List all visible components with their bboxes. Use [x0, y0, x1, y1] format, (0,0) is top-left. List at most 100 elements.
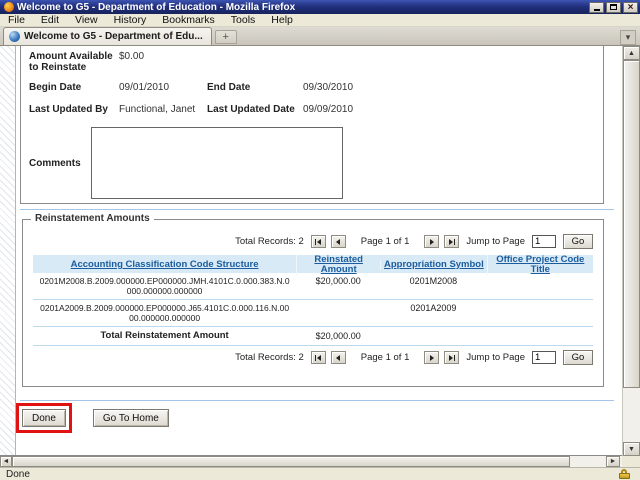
content-panel: Amount Available to Reinstate $0.00 Begi…: [16, 46, 622, 455]
total-reinstatement-value: $20,000.00: [315, 331, 361, 341]
close-button[interactable]: ×: [623, 1, 638, 13]
previous-page-button[interactable]: [330, 351, 346, 364]
total-records-text: Total Records: 2: [235, 236, 304, 247]
comments-textarea[interactable]: [91, 127, 343, 199]
last-updated-by-label: Last Updated By: [29, 104, 108, 115]
menu-edit[interactable]: Edit: [33, 14, 67, 26]
dates-row: Begin Date 09/01/2010 End Date 09/30/201…: [29, 82, 603, 93]
column-header-appropriation-symbol[interactable]: Appropriation Symbol: [380, 260, 486, 270]
next-page-button[interactable]: [424, 235, 440, 248]
end-date-value: 09/30/2010: [303, 82, 354, 93]
page-viewport: Amount Available to Reinstate $0.00 Begi…: [0, 46, 622, 456]
first-page-icon: [315, 354, 317, 361]
first-page-button[interactable]: [310, 235, 326, 248]
menu-help[interactable]: Help: [263, 14, 301, 26]
jump-to-page-input[interactable]: [532, 235, 556, 248]
reinstatement-amounts-fieldset: Reinstatement Amounts Total Records: 2 P…: [22, 213, 604, 387]
reinstatement-table: Accounting Classification Code Structure…: [33, 255, 593, 346]
scroll-right-button[interactable]: ►: [606, 456, 620, 467]
pagination-bar-top: Total Records: 2 Page 1 of 1 Jump to Pag…: [33, 234, 593, 249]
go-button[interactable]: Go: [563, 234, 593, 249]
next-page-icon: [429, 238, 434, 245]
window-controls: ×: [589, 1, 638, 13]
scroll-left-button[interactable]: ◄: [0, 456, 12, 467]
vertical-scrollbar[interactable]: ▲ ▼: [622, 46, 640, 456]
right-arrow-icon: ►: [609, 458, 617, 465]
jump-to-page-label: Jump to Page: [466, 236, 525, 247]
total-reinstatement-label: Total Reinstatement Amount: [100, 330, 229, 341]
comments-label: Comments: [29, 157, 81, 169]
last-page-button[interactable]: [444, 351, 460, 364]
cell-appropriation-symbol: 0201A2009: [410, 303, 457, 313]
done-button[interactable]: Done: [22, 409, 66, 427]
title-bar: Welcome to G5 - Department of Education …: [0, 0, 640, 14]
cell-appropriation-symbol: 0201M2008: [409, 276, 458, 286]
restore-button[interactable]: [606, 1, 621, 13]
close-icon: ×: [627, 1, 634, 13]
horizontal-scrollbar[interactable]: ◄ ►: [0, 456, 622, 467]
table-row: 0201M2008.B.2009.000000.EP000000.JMH.410…: [33, 273, 593, 300]
amount-available-value: $0.00: [119, 51, 145, 62]
minimize-button[interactable]: [589, 1, 604, 13]
menu-file[interactable]: File: [0, 14, 33, 26]
scroll-up-button[interactable]: ▲: [623, 46, 640, 60]
status-text: Done: [6, 468, 30, 480]
go-button[interactable]: Go: [563, 350, 593, 365]
tab-label: Welcome to G5 - Department of Edu...: [24, 31, 203, 42]
cell-reinstated-amount: $20,000.00: [315, 276, 361, 286]
menu-view[interactable]: View: [67, 14, 106, 26]
cell-accs: 0201A2009.B.2009.000000.EP000000.J65.410…: [40, 303, 290, 323]
menu-history[interactable]: History: [106, 14, 155, 26]
last-updated-date-label: Last Updated Date: [207, 104, 295, 115]
cell-reinstated-amount: [296, 300, 380, 306]
last-page-button[interactable]: [444, 235, 460, 248]
left-arrow-icon: ◄: [2, 458, 10, 465]
page-indicator: Page 1 of 1: [360, 352, 410, 363]
window-title: Welcome to G5 - Department of Education …: [17, 1, 296, 13]
scrollbar-corner: [622, 456, 640, 467]
column-header-office-project-code-title[interactable]: Office Project Code Title: [486, 255, 593, 275]
last-updated-by-value: Functional, Janet: [119, 104, 196, 115]
browser-window: Welcome to G5 - Department of Education …: [0, 0, 640, 480]
status-bar: Done: [0, 467, 640, 480]
previous-page-button[interactable]: [330, 235, 346, 248]
tab-bar: Welcome to G5 - Department of Edu... + ▾: [0, 27, 640, 46]
previous-page-icon: [336, 354, 341, 361]
next-page-icon: [429, 354, 434, 361]
new-tab-button[interactable]: +: [214, 30, 237, 44]
table-row: 0201A2009.B.2009.000000.EP000000.J65.410…: [33, 300, 593, 327]
menu-tools[interactable]: Tools: [223, 14, 264, 26]
go-to-home-button[interactable]: Go To Home: [92, 409, 169, 427]
column-header-reinstated-amount[interactable]: Reinstated Amount: [296, 255, 380, 275]
tab-welcome-g5[interactable]: Welcome to G5 - Department of Edu...: [3, 27, 212, 45]
up-arrow-icon: ▲: [628, 49, 635, 57]
action-buttons-row: Done Go To Home: [16, 403, 622, 433]
cell-office-project-code-title: [487, 273, 593, 279]
menu-bar: File Edit View History Bookmarks Tools H…: [0, 14, 640, 27]
scroll-down-button[interactable]: ▼: [623, 442, 640, 456]
down-arrow-icon: ▼: [628, 445, 635, 453]
list-all-tabs-button[interactable]: ▾: [620, 30, 636, 45]
previous-page-icon: [336, 238, 341, 245]
end-date-label: End Date: [207, 82, 251, 93]
first-page-icon: [315, 238, 317, 245]
last-updated-date-value: 09/09/2010: [303, 104, 354, 115]
last-page-icon: [448, 354, 453, 361]
cell-accs: 0201M2008.B.2009.000000.EP000000.JMH.410…: [39, 276, 290, 296]
comments-row: Comments: [29, 127, 603, 199]
column-header-accs[interactable]: Accounting Classification Code Structure: [33, 260, 296, 270]
table-header-row: Accounting Classification Code Structure…: [33, 255, 593, 275]
jump-to-page-label: Jump to Page: [466, 352, 525, 363]
next-page-button[interactable]: [424, 351, 440, 364]
first-page-button[interactable]: [310, 351, 326, 364]
page-indicator: Page 1 of 1: [360, 236, 410, 247]
total-records-text: Total Records: 2: [235, 352, 304, 363]
page-background-stripes: [0, 46, 16, 455]
horizontal-scrollbar-thumb[interactable]: [12, 456, 570, 467]
amount-available-row: Amount Available to Reinstate $0.00: [29, 51, 603, 73]
chevron-down-icon: ▾: [625, 32, 631, 42]
vertical-scrollbar-thumb[interactable]: [623, 60, 640, 388]
section-divider: [20, 400, 614, 401]
jump-to-page-input[interactable]: [532, 351, 556, 364]
menu-bookmarks[interactable]: Bookmarks: [154, 14, 223, 26]
